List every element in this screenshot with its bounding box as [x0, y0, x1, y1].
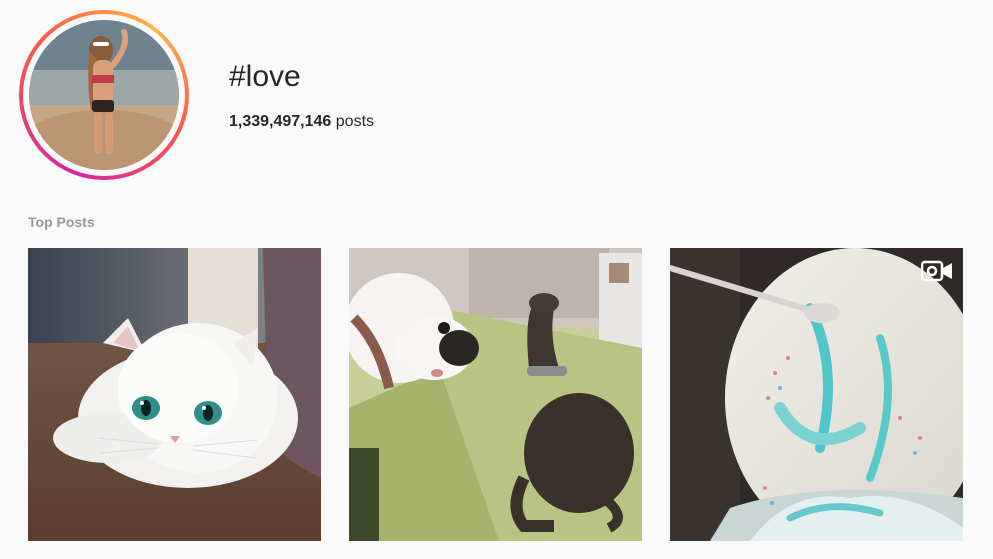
post-tile-dogs[interactable] — [349, 248, 642, 541]
video-camera-icon — [921, 260, 953, 282]
hashtag-title: #love — [229, 60, 301, 93]
story-ring[interactable] — [19, 10, 189, 180]
hashtag-page: #love 1,339,497,146 posts Top Posts — [0, 0, 993, 559]
title-block: #love 1,339,497,146 posts — [229, 58, 374, 132]
post-count-suffix: posts — [335, 113, 375, 130]
hashtag-header: #love 1,339,497,146 posts — [0, 0, 993, 190]
cat-image — [28, 248, 321, 541]
post-count: 1,339,497,146 posts — [229, 112, 374, 132]
post-tile-cat[interactable] — [28, 248, 321, 541]
top-posts-label: Top Posts — [28, 214, 95, 230]
post-tile-frosting[interactable] — [670, 248, 963, 541]
dogs-image — [349, 248, 642, 541]
post-count-number: 1,339,497,146 — [229, 113, 332, 130]
avatar-gap — [23, 14, 185, 176]
frosting-image — [670, 248, 963, 541]
avatar-image — [29, 20, 179, 170]
avatar[interactable] — [29, 20, 179, 170]
